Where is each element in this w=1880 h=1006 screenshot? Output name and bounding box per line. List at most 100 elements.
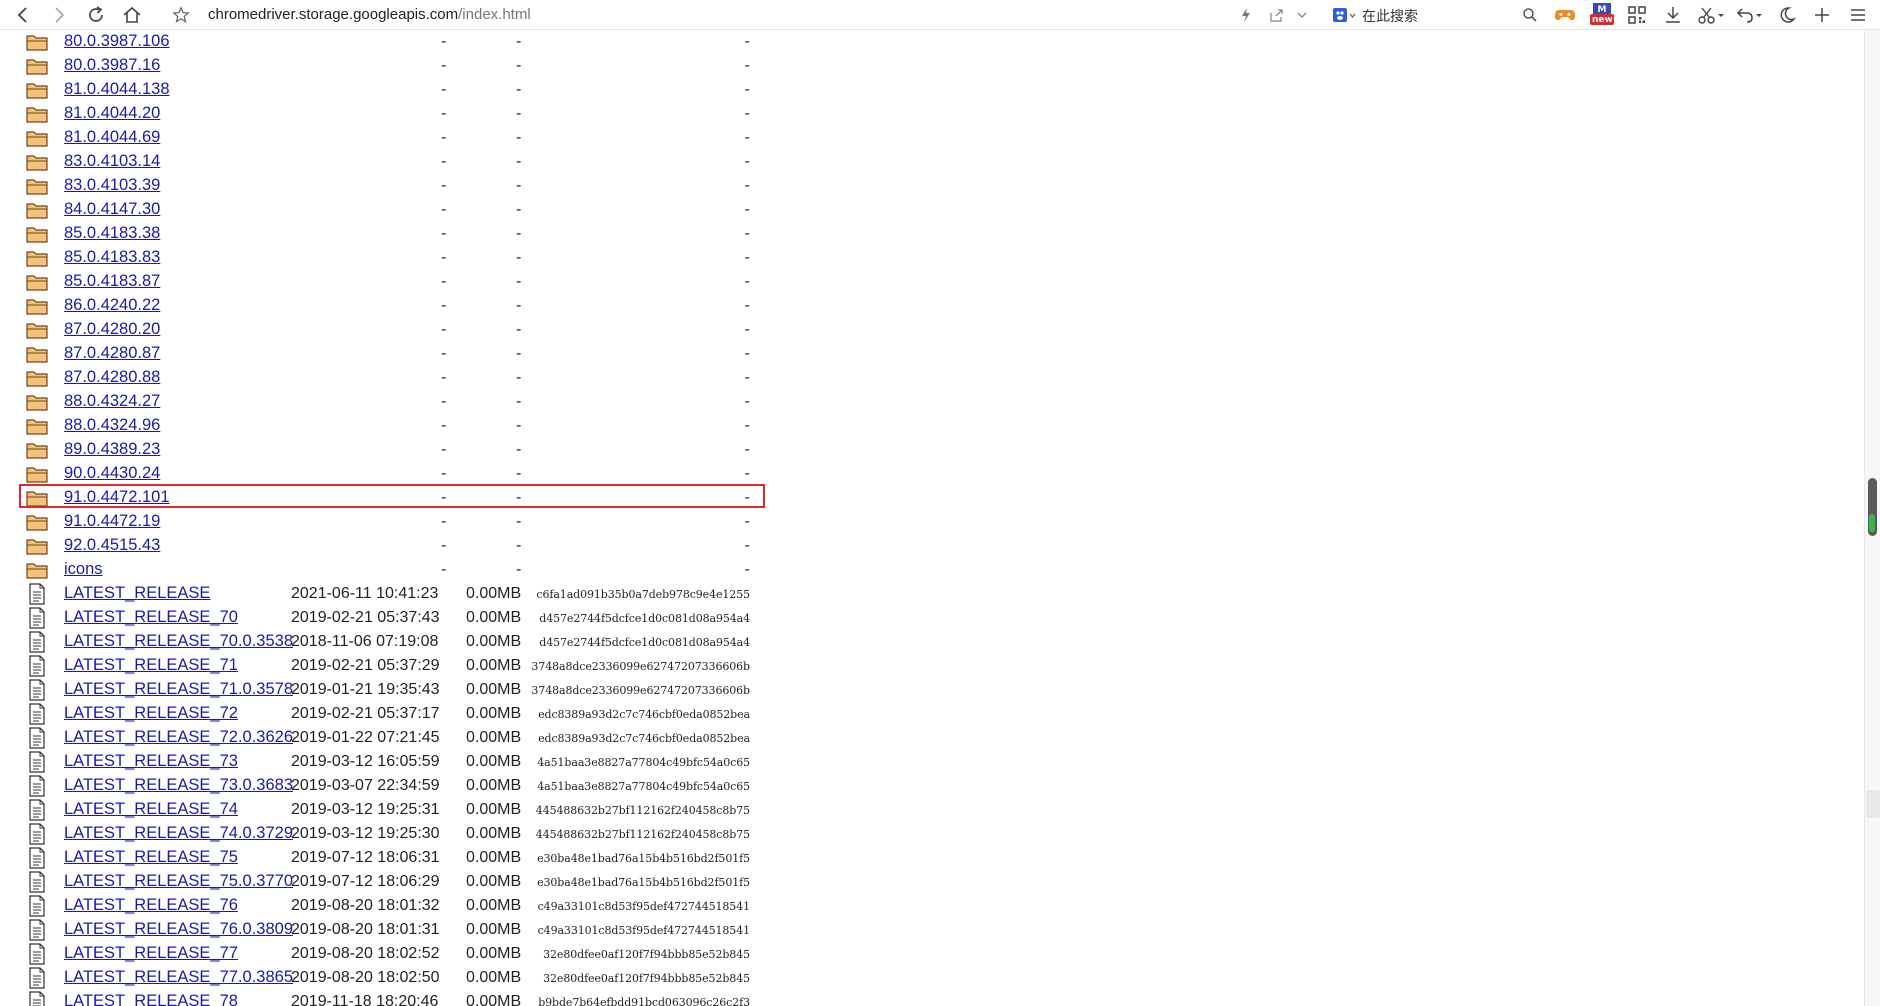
folder-link[interactable]: 84.0.4147.30 (64, 200, 160, 219)
date-placeholder: - (441, 441, 447, 458)
file-icon (28, 751, 50, 773)
search-icon[interactable] (1522, 5, 1538, 25)
folder-link[interactable]: 85.0.4183.38 (64, 224, 160, 243)
folder-link[interactable]: 81.0.4044.138 (64, 80, 170, 99)
folder-link[interactable]: 80.0.3987.106 (64, 32, 170, 51)
folder-row: 86.0.4240.22 - - - (0, 294, 780, 318)
file-link[interactable]: LATEST_RELEASE_78 (64, 992, 238, 1006)
file-link[interactable]: LATEST_RELEASE_72.0.3626 (64, 728, 293, 747)
folder-link[interactable]: icons (64, 560, 103, 579)
url-path: /index.html (458, 6, 531, 23)
folder-icon (26, 225, 48, 243)
folder-icon (26, 345, 48, 363)
file-size: 0.00MB (466, 801, 522, 818)
folder-link[interactable]: 85.0.4183.83 (64, 248, 160, 267)
file-icon (28, 799, 50, 821)
file-link[interactable]: LATEST_RELEASE_75.0.3770 (64, 872, 293, 891)
file-link[interactable]: LATEST_RELEASE (64, 584, 210, 603)
file-link[interactable]: LATEST_RELEASE_77 (64, 944, 238, 963)
folder-link[interactable]: 87.0.4280.20 (64, 320, 160, 339)
file-link[interactable]: LATEST_RELEASE_76.0.3809 (64, 920, 293, 939)
file-hash: c49a33101c8d53f95def472744518541 (537, 900, 750, 913)
search-box[interactable]: 在此搜索 (1362, 6, 1418, 26)
download-icon[interactable] (1664, 5, 1682, 25)
star-icon[interactable] (172, 5, 190, 25)
hash-placeholder: - (744, 249, 750, 266)
size-placeholder: - (516, 129, 522, 146)
new-tab-icon[interactable] (1814, 5, 1830, 25)
scissors-icon[interactable] (1698, 5, 1726, 25)
folder-link[interactable]: 88.0.4324.27 (64, 392, 160, 411)
home-icon[interactable] (122, 5, 142, 25)
file-link[interactable]: LATEST_RELEASE_70.0.3538 (64, 632, 293, 651)
folder-icon (26, 393, 48, 411)
hash-placeholder: - (744, 489, 750, 506)
file-link[interactable]: LATEST_RELEASE_77.0.3865 (64, 968, 293, 987)
lightning-icon[interactable] (1240, 5, 1252, 25)
file-link[interactable]: LATEST_RELEASE_74 (64, 800, 238, 819)
hash-placeholder: - (744, 537, 750, 554)
share-icon[interactable] (1268, 5, 1284, 25)
size-placeholder: - (516, 513, 522, 530)
game-icon[interactable] (1554, 5, 1576, 25)
hash-placeholder: - (744, 81, 750, 98)
qr-code-icon[interactable] (1628, 5, 1646, 25)
folder-link[interactable]: 91.0.4472.19 (64, 512, 160, 531)
file-size: 0.00MB (466, 609, 522, 626)
news-icon[interactable]: M new (1589, 2, 1615, 26)
file-size: 0.00MB (466, 969, 522, 986)
chevron-down-icon[interactable] (1296, 5, 1308, 25)
hash-placeholder: - (744, 177, 750, 194)
file-link[interactable]: LATEST_RELEASE_73.0.3683 (64, 776, 293, 795)
file-link[interactable]: LATEST_RELEASE_72 (64, 704, 238, 723)
file-link[interactable]: LATEST_RELEASE_76 (64, 896, 238, 915)
file-date: 2019-01-21 19:35:43 (291, 681, 440, 698)
folder-link[interactable]: 89.0.4389.23 (64, 440, 160, 459)
forward-icon[interactable] (52, 5, 66, 25)
file-link[interactable]: LATEST_RELEASE_75 (64, 848, 238, 867)
file-date: 2019-03-12 16:05:59 (291, 753, 440, 770)
file-icon (28, 967, 50, 989)
hash-placeholder: - (744, 369, 750, 386)
address-bar[interactable]: chromedriver.storage.googleapis.com/inde… (208, 6, 531, 23)
size-placeholder: - (516, 465, 522, 482)
size-placeholder: - (516, 273, 522, 290)
menu-icon[interactable] (1850, 5, 1866, 25)
file-size: 0.00MB (466, 585, 522, 602)
file-row: LATEST_RELEASE_74.0.3729 2019-03-12 19:25… (0, 822, 780, 846)
folder-link[interactable]: 85.0.4183.87 (64, 272, 160, 291)
file-link[interactable]: LATEST_RELEASE_73 (64, 752, 238, 771)
reload-icon[interactable] (86, 5, 106, 25)
file-link[interactable]: LATEST_RELEASE_71 (64, 656, 238, 675)
hash-placeholder: - (744, 153, 750, 170)
folder-link[interactable]: 80.0.3987.16 (64, 56, 160, 75)
file-hash: d457e2744f5dcfce1d0c081d08a954a4 (539, 612, 750, 625)
file-size: 0.00MB (466, 633, 522, 650)
folder-link[interactable]: 87.0.4280.87 (64, 344, 160, 363)
folder-link[interactable]: 88.0.4324.96 (64, 416, 160, 435)
folder-row: 81.0.4044.69 - - - (0, 126, 780, 150)
file-hash: 32e80dfee0af120f7f94bbb85e52b845 (543, 948, 750, 961)
date-placeholder: - (441, 297, 447, 314)
file-link[interactable]: LATEST_RELEASE_70 (64, 608, 238, 627)
undo-icon[interactable] (1736, 5, 1764, 25)
url-host: chromedriver.storage.googleapis.com (208, 6, 459, 23)
date-placeholder: - (441, 489, 447, 506)
folder-link[interactable]: 81.0.4044.20 (64, 104, 160, 123)
back-icon[interactable] (16, 5, 30, 25)
folder-link[interactable]: 83.0.4103.39 (64, 176, 160, 195)
folder-row: 81.0.4044.20 - - - (0, 102, 780, 126)
moon-icon[interactable] (1778, 5, 1796, 25)
folder-link[interactable]: 92.0.4515.43 (64, 536, 160, 555)
file-link[interactable]: LATEST_RELEASE_74.0.3729 (64, 824, 293, 843)
folder-link[interactable]: 81.0.4044.69 (64, 128, 160, 147)
folder-link[interactable]: 91.0.4472.101 (64, 488, 170, 507)
file-link[interactable]: LATEST_RELEASE_71.0.3578 (64, 680, 293, 699)
vertical-scrollbar[interactable] (1864, 30, 1880, 1006)
search-engine-icon[interactable] (1332, 5, 1356, 25)
folder-link[interactable]: 90.0.4430.24 (64, 464, 160, 483)
folder-link[interactable]: 86.0.4240.22 (64, 296, 160, 315)
date-placeholder: - (441, 225, 447, 242)
folder-link[interactable]: 83.0.4103.14 (64, 152, 160, 171)
folder-link[interactable]: 87.0.4280.88 (64, 368, 160, 387)
